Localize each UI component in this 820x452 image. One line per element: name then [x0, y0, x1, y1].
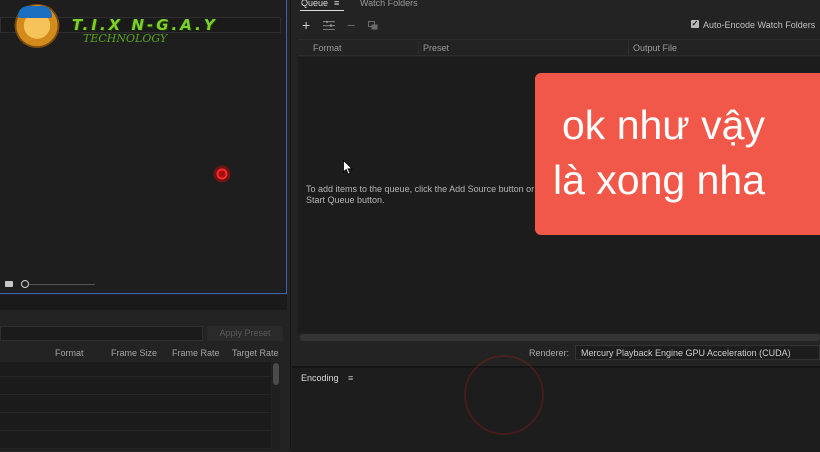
remove-button[interactable]: − [347, 18, 355, 32]
active-tab-underline [300, 10, 344, 11]
tab-watch-folders[interactable]: Watch Folders [360, 0, 418, 8]
preset-column-frame-rate[interactable]: Frame Rate [172, 348, 220, 358]
queue-help-line: To add items to the queue, click the Add… [306, 184, 535, 194]
logo-subtitle: TECHNOLOGY [83, 32, 168, 45]
queue-column-format[interactable]: Format [313, 43, 342, 53]
queue-panel-menu-icon[interactable]: ≡ [334, 0, 339, 8]
loading-spinner-icon [464, 355, 544, 435]
list-row-divider [0, 394, 271, 395]
renderer-label: Renderer: [529, 348, 570, 358]
column-separator[interactable] [418, 41, 419, 54]
queue-horizontal-scrollbar[interactable] [300, 334, 820, 341]
zoom-slider-track[interactable] [29, 284, 95, 285]
panel-divider [0, 295, 287, 310]
list-row-divider [0, 412, 271, 413]
recording-click-indicator [213, 165, 231, 183]
queue-settings-icon[interactable] [323, 21, 335, 30]
queue-table-header [298, 39, 820, 56]
preset-column-target-rate[interactable]: Target Rate [232, 348, 279, 358]
duplicate-icon[interactable] [368, 21, 378, 30]
tab-encoding[interactable]: Encoding [301, 373, 339, 383]
auto-encode-label[interactable]: Auto-Encode Watch Folders [703, 20, 815, 30]
tab-queue[interactable]: Queue [301, 0, 328, 8]
preset-column-format[interactable]: Format [55, 348, 84, 358]
queue-help-line: Start Queue button. [306, 195, 385, 205]
queue-column-preset[interactable]: Preset [423, 43, 449, 53]
list-row-divider [0, 376, 271, 377]
queue-help-text: To add items to the queue, click the Add… [306, 184, 546, 206]
caption-line-2: là xong nha [553, 157, 766, 203]
auto-encode-checkbox[interactable]: ✓ [691, 20, 699, 28]
add-source-button[interactable]: + [302, 18, 310, 32]
preset-scrollbar-thumb[interactable] [273, 363, 279, 385]
renderer-dropdown[interactable]: Mercury Playback Engine GPU Acceleration… [575, 345, 820, 360]
video-caption-overlay: ok như vậy là xong nha [535, 73, 820, 235]
panel-divider-vertical[interactable] [290, 0, 291, 450]
preset-list[interactable] [0, 362, 271, 450]
list-row-divider [0, 448, 271, 449]
zoom-slider-handle[interactable] [21, 280, 29, 288]
encoding-panel [292, 366, 820, 452]
list-row-divider [0, 430, 271, 431]
apply-preset-button[interactable]: Apply Preset [207, 326, 283, 341]
encoding-panel-menu-icon[interactable]: ≡ [348, 373, 353, 383]
logo-cap-icon [18, 6, 52, 18]
queue-column-output-file[interactable]: Output File [633, 43, 677, 53]
caption-line-1: ok như vậy [562, 102, 765, 148]
preset-column-frame-size[interactable]: Frame Size [111, 348, 157, 358]
column-separator[interactable] [628, 41, 629, 54]
mouse-pointer-icon [343, 160, 353, 175]
preset-search-input[interactable] [0, 326, 203, 341]
monitor-icon[interactable] [5, 281, 13, 287]
